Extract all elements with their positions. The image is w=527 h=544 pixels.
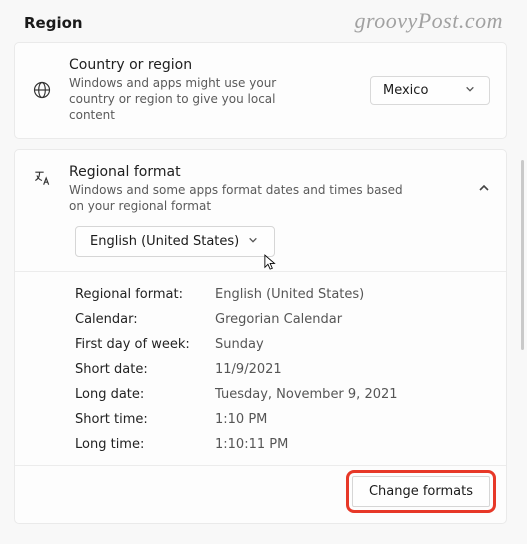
country-card: Country or region Windows and apps might… [14,42,507,139]
regional-details: Regional format:English (United States) … [15,272,506,465]
detail-row: Calendar:Gregorian Calendar [75,307,490,332]
collapse-button[interactable] [478,179,490,198]
detail-row: Short date:11/9/2021 [75,357,490,382]
globe-icon [31,80,53,100]
country-select-value: Mexico [383,83,428,98]
regional-format-select-value: English (United States) [90,234,239,249]
regional-heading: Regional format [69,164,478,180]
regional-format-card: Regional format Windows and some apps fo… [14,149,507,524]
detail-row: Short time:1:10 PM [75,407,490,432]
detail-row: First day of week:Sunday [75,332,490,357]
regional-description: Windows and some apps format dates and t… [69,182,409,214]
country-select[interactable]: Mexico [370,76,490,105]
country-description: Windows and apps might use your country … [69,75,299,124]
page-title: Region [24,14,507,32]
detail-row: Long date:Tuesday, November 9, 2021 [75,382,490,407]
detail-row: Regional format:English (United States) [75,282,490,307]
regional-format-select[interactable]: English (United States) [75,226,275,257]
scrollbar[interactable] [521,160,524,350]
chevron-down-icon [246,234,260,249]
country-heading: Country or region [69,57,370,73]
detail-row: Long time:1:10:11 PM [75,432,490,457]
chevron-down-icon [463,83,477,98]
change-formats-button[interactable]: Change formats [352,476,490,507]
language-icon [31,168,53,188]
